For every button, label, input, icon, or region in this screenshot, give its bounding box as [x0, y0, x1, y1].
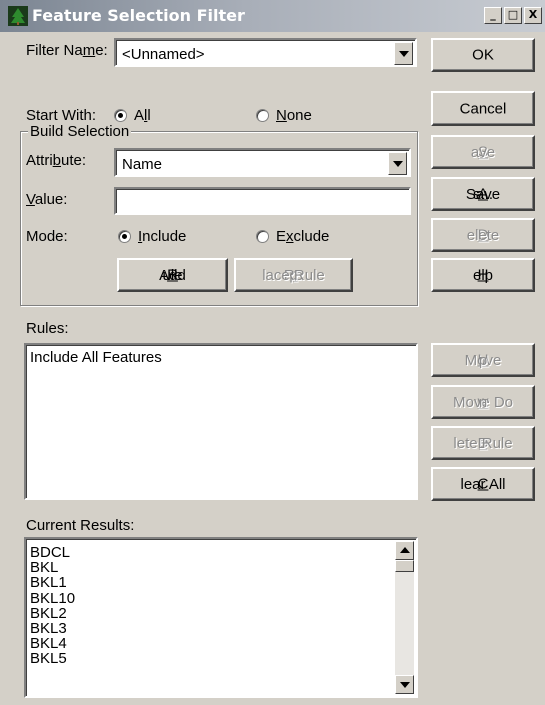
start-with-none-radio[interactable] — [256, 109, 269, 122]
start-with-all-radio[interactable] — [114, 109, 127, 122]
list-item[interactable]: BKL5 — [30, 651, 75, 666]
close-button[interactable]: X — [524, 7, 542, 24]
value-input[interactable] — [114, 187, 411, 215]
clear-all-button[interactable]: Clear All — [431, 467, 535, 501]
maximize-button[interactable]: □ — [504, 7, 522, 24]
value-label: Value: — [26, 191, 68, 208]
rules-listbox[interactable]: Include All Features — [24, 343, 418, 500]
mode-include-label[interactable]: Include — [138, 228, 186, 245]
start-with-none-label[interactable]: None — [276, 107, 312, 124]
title-bar[interactable]: Feature Selection Filter _ □ X — [0, 0, 545, 32]
delete-button[interactable]: Delete — [431, 218, 535, 252]
mode-label: Mode: — [26, 228, 68, 245]
mode-exclude-label[interactable]: Exclude — [276, 228, 329, 245]
cancel-button[interactable]: Cancel — [431, 91, 535, 126]
start-with-all-label[interactable]: All — [134, 107, 151, 124]
mode-exclude-radio[interactable] — [256, 230, 269, 243]
chevron-down-icon[interactable] — [388, 152, 407, 175]
filter-name-value: <Unnamed> — [122, 46, 205, 63]
attribute-combobox[interactable]: Name — [114, 148, 411, 177]
move-down-button[interactable]: Move Do w n — [431, 385, 535, 419]
ok-button[interactable]: OK — [431, 38, 535, 72]
save-as-button[interactable]: Save As... — [431, 177, 535, 211]
attribute-value: Name — [122, 156, 163, 173]
mode-include-radio[interactable] — [118, 230, 131, 243]
list-item[interactable]: BKL3 — [30, 621, 75, 636]
list-item[interactable]: BKL1 — [30, 575, 75, 590]
feature-selection-filter-dialog: Feature Selection Filter _ □ X Filter Na… — [0, 0, 545, 705]
current-results-label: Current Results: — [26, 517, 135, 534]
tree-app-icon — [8, 6, 28, 26]
filter-name-combobox[interactable]: <Unnamed> — [114, 38, 417, 67]
scroll-up-arrow-icon[interactable] — [395, 541, 414, 560]
list-item[interactable]: BKL — [30, 560, 75, 575]
window-title: Feature Selection Filter — [32, 6, 245, 25]
help-button[interactable]: Help — [431, 258, 535, 292]
list-item[interactable]: Include All Features — [30, 350, 162, 365]
move-up-button[interactable]: Move Up — [431, 343, 535, 377]
filter-name-label: Filter Name: — [26, 42, 108, 59]
scroll-down-arrow-icon[interactable] — [395, 675, 414, 694]
replace-rule-button[interactable]: Re p lace Rule — [234, 258, 353, 292]
build-selection-title: Build Selection — [28, 123, 132, 140]
start-with-label: Start With: — [26, 107, 97, 124]
scroll-thumb[interactable] — [395, 560, 414, 572]
attribute-label: Attribute: — [26, 152, 87, 169]
list-item[interactable]: BKL10 — [30, 590, 75, 606]
chevron-down-icon[interactable] — [394, 42, 413, 65]
minimize-button[interactable]: _ — [484, 7, 502, 24]
results-scrollbar[interactable] — [395, 541, 414, 694]
rules-label: Rules: — [26, 320, 69, 337]
delete-rule-button[interactable]: De lete Rule — [431, 426, 535, 460]
list-item[interactable]: BDCL — [30, 545, 75, 560]
save-button[interactable]: Save — [431, 135, 535, 169]
current-results-listbox[interactable]: BDCL BKL BKL1 BKL10 BKL2 BKL3 BKL4 BKL5 — [24, 537, 418, 698]
list-item[interactable]: BKL4 — [30, 636, 75, 651]
add-rule-button[interactable]: Add Rule — [117, 258, 228, 292]
list-item[interactable]: BKL2 — [30, 606, 75, 621]
